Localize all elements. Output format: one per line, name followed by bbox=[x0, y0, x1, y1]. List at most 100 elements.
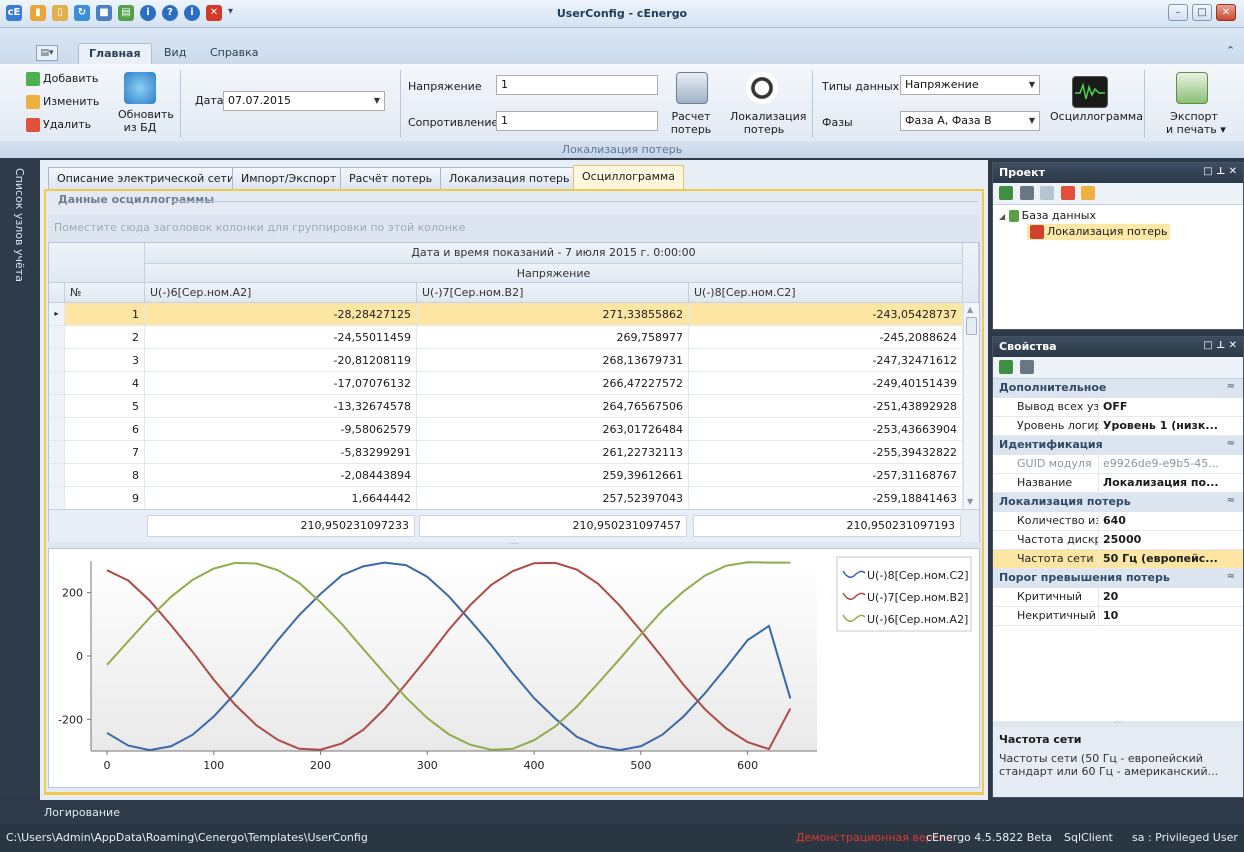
close-button[interactable]: ✕ bbox=[1216, 4, 1236, 21]
col-header-number[interactable]: № bbox=[65, 283, 145, 303]
table-cell[interactable]: 1 bbox=[65, 303, 145, 326]
row-indicator[interactable] bbox=[49, 441, 65, 464]
property-value[interactable]: 10 bbox=[1099, 607, 1243, 625]
oscillogram-button[interactable]: Осциллограмма bbox=[1050, 110, 1143, 123]
property-value[interactable]: 640 bbox=[1099, 512, 1243, 530]
app-icon[interactable]: cE bbox=[6, 5, 22, 21]
tab-import-export[interactable]: Импорт/Экспорт bbox=[232, 167, 346, 189]
table-cell[interactable]: -249,40151439 bbox=[689, 372, 963, 395]
property-row[interactable]: Частота сети 50 Гц (европейс... bbox=[993, 550, 1243, 569]
property-value[interactable]: 50 Гц (европейс... bbox=[1099, 550, 1243, 568]
resistance-input[interactable]: 1 bbox=[496, 111, 658, 131]
collapse-chevron-icon[interactable]: ≈ bbox=[1227, 495, 1235, 506]
table-cell[interactable]: -257,31168767 bbox=[689, 464, 963, 487]
refresh-db-icon[interactable] bbox=[124, 72, 156, 104]
col-header-a2[interactable]: U(-)6[Сер.ном.А2] bbox=[145, 283, 417, 303]
export-excel-icon[interactable] bbox=[1176, 72, 1208, 104]
table-row[interactable]: 7 -5,83299291 261,22732113 -255,39432822 bbox=[49, 441, 963, 464]
nodes-list-tab[interactable]: Список узлов учёта bbox=[13, 168, 26, 282]
tab-help[interactable]: Справка bbox=[200, 43, 268, 63]
tab-loss-localization[interactable]: Локализация потерь bbox=[440, 167, 579, 189]
table-row[interactable]: 5 -13,32674578 264,76567506 -251,43892928 bbox=[49, 395, 963, 418]
maximize-button[interactable]: □ bbox=[1192, 4, 1212, 21]
table-cell[interactable]: -243,05428737 bbox=[689, 303, 963, 326]
property-value[interactable]: 20 bbox=[1099, 588, 1243, 606]
table-cell[interactable]: 264,76567506 bbox=[417, 395, 689, 418]
delete-node-icon[interactable] bbox=[1060, 186, 1075, 200]
table-row[interactable]: 9 1,6644442 257,52397043 -259,18841463 bbox=[49, 487, 963, 510]
table-row[interactable]: 8 -2,08443894 259,39612661 -257,31168767 bbox=[49, 464, 963, 487]
table-cell[interactable]: -5,83299291 bbox=[145, 441, 417, 464]
property-value[interactable]: Локализация по... bbox=[1099, 474, 1243, 492]
customize-quick-access-icon[interactable]: ▾ bbox=[228, 6, 233, 17]
logging-tab[interactable]: Логирование bbox=[0, 800, 1244, 824]
property-category[interactable]: Дополнительное ≈ bbox=[993, 379, 1243, 398]
phases-select[interactable]: Фаза А, Фаза В ▼ bbox=[900, 111, 1040, 131]
property-row[interactable]: Количество изм640 bbox=[993, 512, 1243, 531]
table-row[interactable]: 4 -17,07076132 266,47227572 -249,40151439 bbox=[49, 372, 963, 395]
about-icon[interactable]: i bbox=[184, 5, 200, 21]
table-cell[interactable]: 4 bbox=[65, 372, 145, 395]
property-row[interactable]: Некритичный 10 bbox=[993, 607, 1243, 626]
row-indicator[interactable] bbox=[49, 418, 65, 441]
property-category[interactable]: Локализация потерь ≈ bbox=[993, 493, 1243, 512]
property-row[interactable]: Вывод всех узл OFF bbox=[993, 398, 1243, 417]
property-row[interactable]: Критичный 20 bbox=[993, 588, 1243, 607]
voltage-input[interactable]: 1 bbox=[496, 75, 658, 95]
date-picker[interactable]: 07.07.2015 ▼ bbox=[223, 91, 385, 111]
edit-button[interactable]: Изменить bbox=[26, 95, 99, 109]
row-indicator[interactable] bbox=[49, 487, 65, 510]
datatype-select[interactable]: Напряжение ▼ bbox=[900, 75, 1040, 95]
table-cell[interactable]: -255,39432822 bbox=[689, 441, 963, 464]
property-value[interactable]: 25000 bbox=[1099, 531, 1243, 549]
table-cell[interactable]: -13,32674578 bbox=[145, 395, 417, 418]
row-indicator[interactable] bbox=[49, 372, 65, 395]
table-cell[interactable]: -28,28427125 bbox=[145, 303, 417, 326]
property-row[interactable]: Частота дискре25000 bbox=[993, 531, 1243, 550]
table-cell[interactable]: -259,18841463 bbox=[689, 487, 963, 510]
table-cell[interactable]: 266,47227572 bbox=[417, 372, 689, 395]
close-app-icon[interactable]: ✕ bbox=[206, 5, 222, 21]
property-row[interactable]: GUID модуля e9926de9-e9b5-45... bbox=[993, 455, 1243, 474]
table-cell[interactable]: 5 bbox=[65, 395, 145, 418]
table-cell[interactable]: 257,52397043 bbox=[417, 487, 689, 510]
collapse-chevron-icon[interactable]: ≈ bbox=[1227, 438, 1235, 449]
calc-losses-button[interactable]: Расчет потерь bbox=[666, 110, 716, 136]
table-cell[interactable]: 263,01726484 bbox=[417, 418, 689, 441]
excel-icon[interactable] bbox=[999, 186, 1013, 200]
tab-view[interactable]: Вид bbox=[154, 43, 196, 63]
add-button[interactable]: Добавить bbox=[26, 72, 98, 86]
table-cell[interactable]: 8 bbox=[65, 464, 145, 487]
refresh-db-button[interactable]: Обновить из БД bbox=[118, 108, 174, 134]
table-cell[interactable]: -17,07076132 bbox=[145, 372, 417, 395]
table-cell[interactable]: 7 bbox=[65, 441, 145, 464]
app-menu-button[interactable]: ▤▾ bbox=[36, 45, 58, 61]
panel-window-controls-icon[interactable]: □ ⊥ ✕ bbox=[1203, 340, 1237, 351]
save-as-icon[interactable]: ▤ bbox=[118, 5, 134, 21]
table-cell[interactable]: 259,39612661 bbox=[417, 464, 689, 487]
refresh-icon[interactable]: ↻ bbox=[74, 5, 90, 21]
table-row[interactable]: 2 -24,55011459 269,758977 -245,2088624 bbox=[49, 326, 963, 349]
table-cell[interactable]: -247,32471612 bbox=[689, 349, 963, 372]
table-cell[interactable]: 2 bbox=[65, 326, 145, 349]
tab-home[interactable]: Главная bbox=[78, 43, 152, 64]
table-cell[interactable]: 6 bbox=[65, 418, 145, 441]
crosshair-icon[interactable] bbox=[746, 72, 778, 104]
row-indicator[interactable]: ▸ bbox=[49, 303, 65, 326]
oscillogram-icon[interactable] bbox=[1072, 76, 1108, 108]
table-cell[interactable]: 9 bbox=[65, 487, 145, 510]
table-row[interactable]: 6 -9,58062579 263,01726484 -253,43663904 bbox=[49, 418, 963, 441]
table-cell[interactable]: 271,33855862 bbox=[417, 303, 689, 326]
disk-icon[interactable]: ■ bbox=[96, 5, 112, 21]
table-cell[interactable]: -24,55011459 bbox=[145, 326, 417, 349]
table-cell[interactable]: -253,43663904 bbox=[689, 418, 963, 441]
table-cell[interactable]: 3 bbox=[65, 349, 145, 372]
vertical-scrollbar[interactable]: ▲ ▼ bbox=[963, 303, 979, 509]
print-icon[interactable] bbox=[1019, 186, 1034, 200]
property-value[interactable]: e9926de9-e9b5-45... bbox=[1099, 455, 1243, 473]
collapse-chevron-icon[interactable]: ≈ bbox=[1227, 571, 1235, 582]
localize-losses-button[interactable]: Локализация потерь bbox=[730, 110, 806, 136]
print-icon[interactable] bbox=[1019, 360, 1034, 374]
collapse-chevron-icon[interactable]: ≈ bbox=[1227, 381, 1235, 392]
tab-loss-calc[interactable]: Расчёт потерь bbox=[340, 167, 442, 189]
